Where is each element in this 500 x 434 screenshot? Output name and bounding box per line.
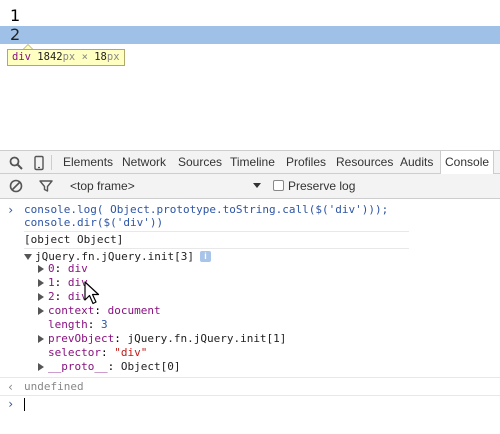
- console-prompt-icon: ›: [7, 397, 15, 411]
- console-input-caret[interactable]: [24, 398, 25, 411]
- console-return-value: undefined: [24, 380, 84, 393]
- entry-key: 1: [48, 276, 55, 289]
- entry-sep: :: [54, 262, 68, 275]
- tabbar-separator: [51, 155, 52, 170]
- tab-network[interactable]: Network: [122, 151, 166, 174]
- dir-entry-length: length: 3: [48, 318, 108, 332]
- message-divider: [0, 377, 500, 378]
- tooltip-height: 18: [94, 51, 107, 63]
- inspected-element-highlight: [0, 26, 500, 44]
- result-arrow-icon: ‹: [7, 380, 15, 394]
- entry-key: 0: [48, 262, 55, 275]
- entry-key: selector: [48, 346, 101, 359]
- console-input-line-2: console.dir($('div')): [24, 216, 164, 229]
- device-mode-icon[interactable]: [31, 155, 47, 171]
- entry-sep: :: [100, 346, 115, 359]
- mouse-cursor-icon: [84, 281, 100, 305]
- tab-resources[interactable]: Resources: [336, 151, 393, 174]
- tab-sources[interactable]: Sources: [178, 151, 222, 174]
- devtools-panel: Elements Network Sources Timeline Profil…: [0, 150, 500, 434]
- tab-timeline[interactable]: Timeline: [230, 151, 275, 174]
- entry-value: "div": [114, 346, 148, 359]
- dir-entry-context[interactable]: context: document: [48, 304, 161, 318]
- preserve-log-label[interactable]: Preserve log: [288, 174, 355, 198]
- dir-entry-prevobject[interactable]: prevObject: jQuery.fn.jQuery.init[1]: [48, 332, 286, 346]
- tab-elements[interactable]: Elements: [63, 151, 113, 174]
- console-input-line-1: console.log( Object.prototype.toString.c…: [24, 203, 389, 216]
- filter-icon[interactable]: [38, 178, 54, 194]
- input-prompt-icon: ›: [7, 203, 15, 217]
- entry-sep: :: [54, 276, 68, 289]
- message-divider: [24, 248, 409, 249]
- clear-console-icon[interactable]: [8, 178, 24, 194]
- entry-value: 3: [101, 318, 108, 331]
- entry-value: div: [67, 262, 88, 275]
- collapsed-triangle-icon[interactable]: [38, 279, 44, 287]
- dir-entry-proto[interactable]: __proto__: Object[0]: [48, 360, 180, 374]
- expand-triangle-icon[interactable]: [24, 254, 32, 260]
- search-icon[interactable]: [8, 155, 24, 171]
- entry-key: length: [48, 318, 88, 331]
- dir-entry-selector: selector: "div": [48, 346, 147, 360]
- tooltip-width: 1842: [37, 51, 63, 63]
- message-divider: [24, 231, 409, 232]
- entry-sep: :: [114, 332, 128, 345]
- collapsed-triangle-icon[interactable]: [38, 335, 44, 343]
- entry-sep: :: [107, 360, 121, 373]
- collapsed-triangle-icon[interactable]: [38, 363, 44, 371]
- chevron-down-icon[interactable]: [253, 183, 261, 188]
- dir-entry-1[interactable]: 1: div: [48, 276, 88, 290]
- preserve-log-checkbox[interactable]: [273, 180, 284, 191]
- collapsed-triangle-icon[interactable]: [38, 293, 44, 301]
- entry-value: Object[0]: [120, 360, 181, 373]
- tooltip-times: ×: [81, 51, 88, 63]
- tab-console[interactable]: Console: [440, 151, 495, 174]
- console-output[interactable]: › console.log( Object.prototype.toString…: [0, 200, 500, 434]
- message-divider: [0, 395, 500, 396]
- entry-sep: :: [87, 318, 101, 331]
- entry-value: document: [107, 304, 161, 317]
- frame-select[interactable]: <top frame>: [70, 174, 135, 198]
- tooltip-width-unit: px: [62, 51, 76, 63]
- page-text-line-2: 2: [10, 25, 21, 44]
- entry-sep: :: [54, 290, 68, 303]
- page-text-line-1: 1: [10, 6, 21, 25]
- dir-entry-0[interactable]: 0: div: [48, 262, 88, 276]
- entry-key: 2: [48, 290, 55, 303]
- entry-value: jQuery.fn.jQuery.init[1]: [127, 332, 287, 345]
- entry-key: prevObject: [48, 332, 115, 345]
- element-size-tooltip: div 1842px × 18px: [7, 49, 125, 66]
- dir-entry-2[interactable]: 2: div: [48, 290, 88, 304]
- collapsed-triangle-icon[interactable]: [38, 265, 44, 273]
- collapsed-triangle-icon[interactable]: [38, 307, 44, 315]
- tooltip-height-unit: px: [106, 51, 120, 63]
- tab-audits[interactable]: Audits: [400, 151, 433, 174]
- tab-profiles[interactable]: Profiles: [286, 151, 326, 174]
- devtools-tabbar: Elements Network Sources Timeline Profil…: [0, 150, 500, 174]
- console-log-output: [object Object]: [24, 233, 124, 246]
- tooltip-tag: div: [12, 51, 31, 63]
- info-icon[interactable]: i: [200, 251, 211, 262]
- console-filter-bar: <top frame> Preserve log: [0, 174, 500, 199]
- entry-key: __proto__: [48, 360, 108, 373]
